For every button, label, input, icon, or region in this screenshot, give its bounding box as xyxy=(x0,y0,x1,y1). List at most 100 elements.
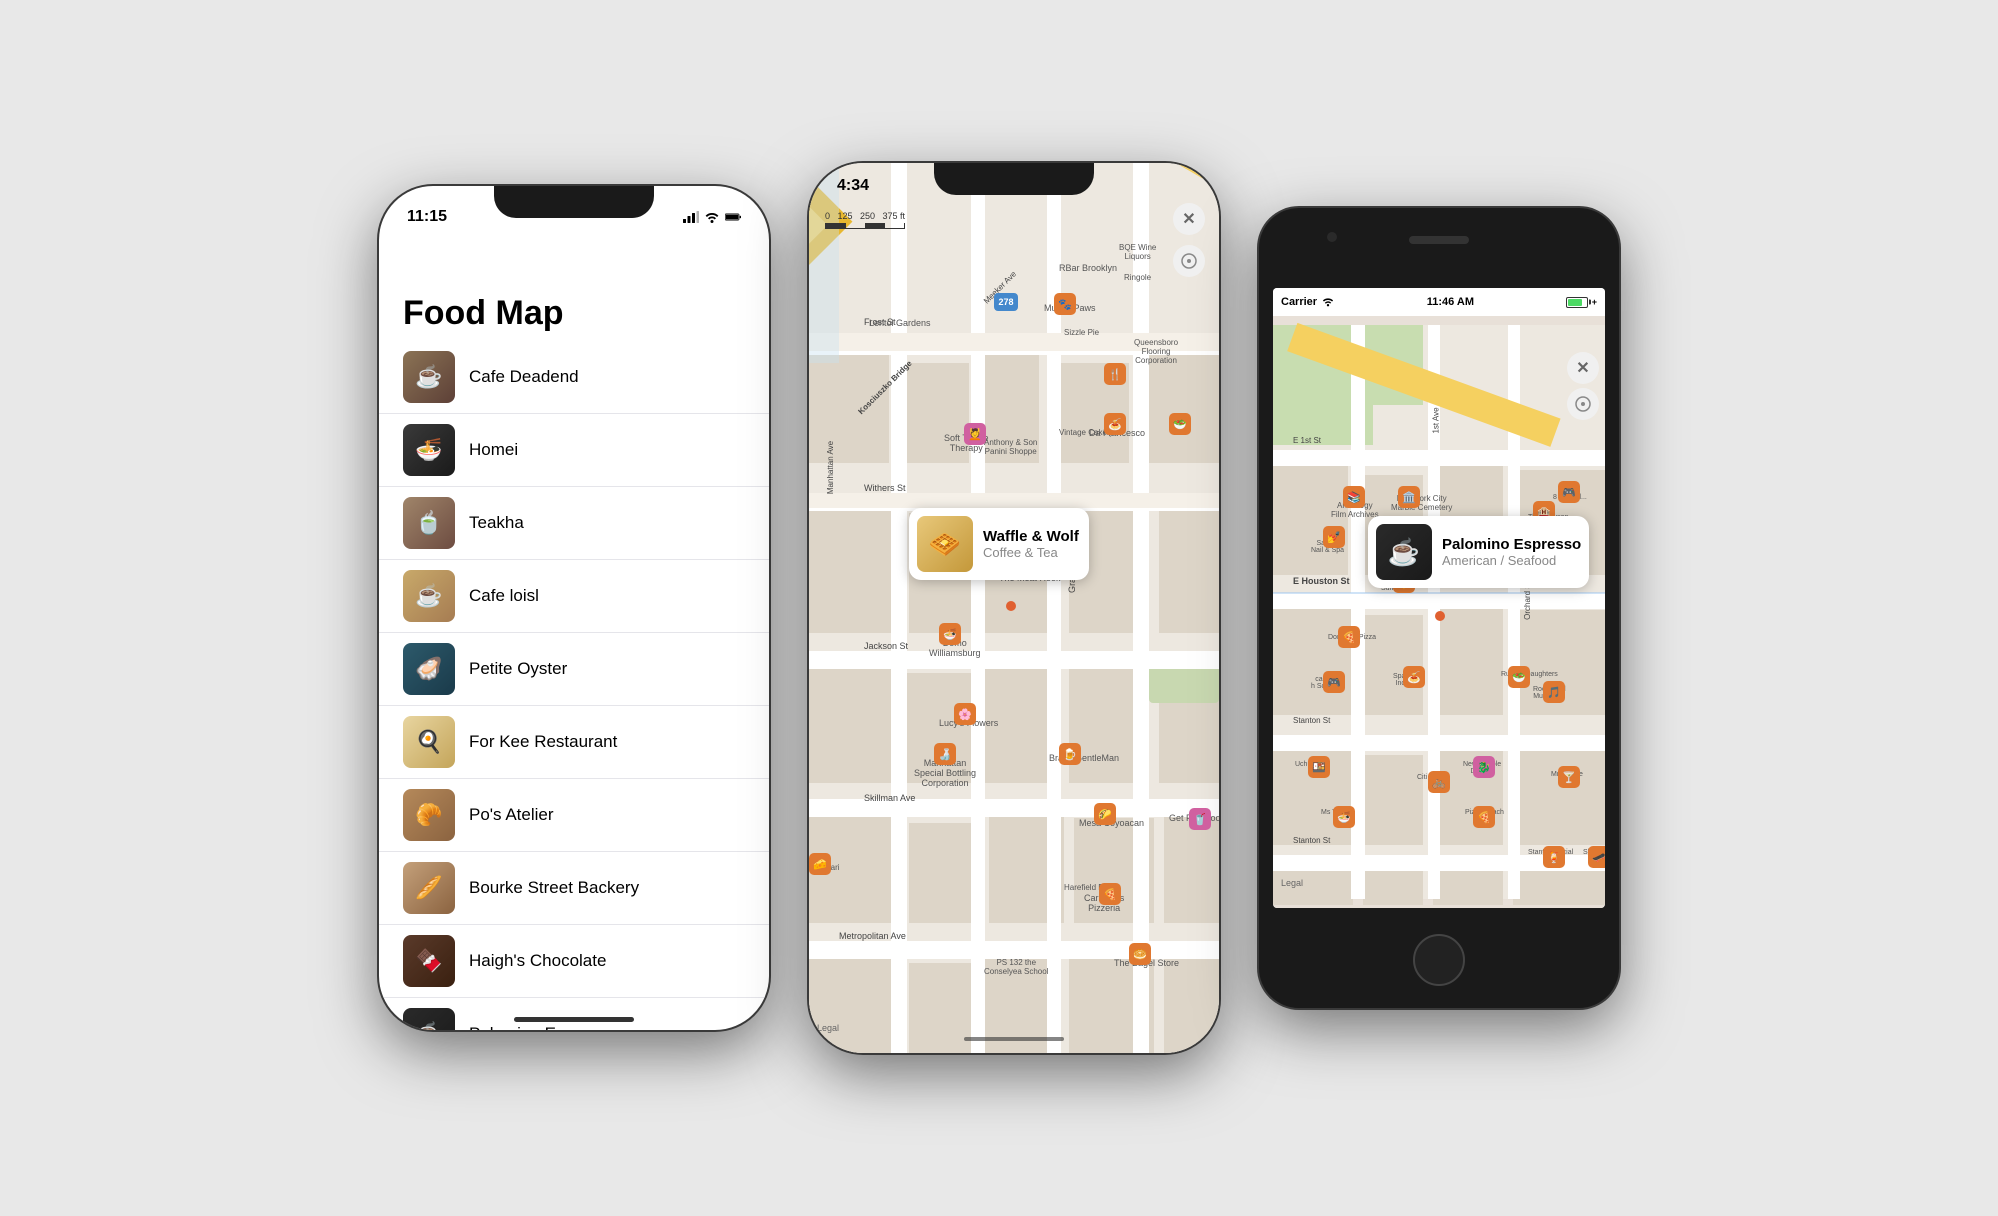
place-bubble-info-3: Palomino Espresso American / Seafood xyxy=(1442,536,1581,568)
street-label-first: E 1st St xyxy=(1293,436,1321,445)
map-dot-3 xyxy=(1435,611,1445,621)
street-label-skillman: Skillman Ave xyxy=(864,793,915,803)
poi-new-double-dragon: 🐉 xyxy=(1473,756,1495,778)
place-bubble-name: Waffle & Wolf xyxy=(983,528,1079,545)
street-label-1stave: 1st Ave xyxy=(1432,407,1441,433)
restaurant-name: Haigh's Chocolate xyxy=(469,951,606,971)
scale-label-2: 250 xyxy=(860,211,875,221)
battery-old xyxy=(1566,297,1588,308)
poi-bagel: 🥯 xyxy=(1129,943,1151,965)
highway-shield-278: 278 xyxy=(994,293,1018,311)
poi-spaghetti: 🍝 xyxy=(1403,666,1425,688)
compass-icon xyxy=(1180,252,1198,270)
poi-sakura: 💅 xyxy=(1323,526,1345,548)
restaurant-thumb: 🥖 xyxy=(403,862,455,914)
poi-get-fat: 🥤 xyxy=(1189,808,1211,830)
label-lentol: Lentol Gardens xyxy=(869,318,931,328)
poi-carmines: 🍕 xyxy=(1099,883,1121,905)
thumb-inner: 🍵 xyxy=(403,497,455,549)
restaurant-name: Cafe loisl xyxy=(469,586,539,606)
label-rbar: RBar Brooklyn xyxy=(1059,263,1117,273)
restaurant-thumb: 🍜 xyxy=(403,424,455,476)
poi-citi-bike: 🚲 xyxy=(1428,771,1450,793)
scale-label-0: 0 xyxy=(825,211,830,221)
restaurant-thumb: 🦪 xyxy=(403,643,455,695)
map-canvas-2: 0 125 250 375 ft Frost St Withers St Jac… xyxy=(809,163,1219,1053)
place-bubble-type-3: American / Seafood xyxy=(1442,553,1581,568)
map-close-button-3[interactable]: ✕ xyxy=(1567,352,1599,384)
phone-2-screen: 4:34 xyxy=(809,163,1219,1053)
restaurant-item[interactable]: ☕ Palomino Espresso xyxy=(379,998,769,1030)
place-bubble-type: Coffee & Tea xyxy=(983,545,1079,560)
home-button[interactable] xyxy=(1413,934,1465,986)
place-bubble-palomino[interactable]: ☕ Palomino Espresso American / Seafood xyxy=(1368,516,1589,588)
map-scale: 0 125 250 375 ft xyxy=(825,211,905,229)
street-label-houston: E Houston St xyxy=(1293,576,1350,586)
map-legal-3: Legal xyxy=(1281,878,1303,888)
restaurant-item[interactable]: ☕ Cafe loisl xyxy=(379,560,769,633)
restaurant-name: Palomino Espresso xyxy=(469,1024,615,1030)
thumb-inner: 🍜 xyxy=(403,424,455,476)
restaurant-thumb: 🍵 xyxy=(403,497,455,549)
poi-frost-rest: 🍴 xyxy=(1104,363,1126,385)
thumb-inner: 🥖 xyxy=(403,862,455,914)
street-label-stanton2: Stanton St xyxy=(1293,836,1330,845)
map-compass-button-3[interactable] xyxy=(1567,388,1599,420)
restaurant-item[interactable]: 🍳 For Kee Restaurant xyxy=(379,706,769,779)
restaurant-item[interactable]: ☕ Cafe Deadend xyxy=(379,341,769,414)
restaurant-item[interactable]: 🍫 Haigh's Chocolate xyxy=(379,925,769,998)
label-ringole: Ringole xyxy=(1124,273,1151,282)
map-close-button-2[interactable]: ✕ xyxy=(1173,203,1205,235)
map-compass-button-2[interactable] xyxy=(1173,245,1205,277)
restaurant-thumb: ☕ xyxy=(403,351,455,403)
street-label-jackson: Jackson St xyxy=(864,641,908,651)
status-time-1: 11:15 xyxy=(407,208,447,226)
street-label-manhattan: Manhattan Ave xyxy=(826,441,835,494)
status-time-2: 4:34 xyxy=(837,177,869,195)
poi-brave: 🍺 xyxy=(1059,743,1081,765)
thumb-inner: ☕ xyxy=(403,570,455,622)
wifi-icon-3 xyxy=(1321,297,1335,307)
place-bubble-info: Waffle & Wolf Coffee & Tea xyxy=(983,528,1079,560)
restaurant-item[interactable]: 🥖 Bourke Street Backery xyxy=(379,852,769,925)
battery-plus: + xyxy=(1592,297,1597,307)
map-legal-2: Legal xyxy=(817,1023,839,1033)
battery-fill xyxy=(1568,299,1582,306)
poi-soft-tissue: 💆 xyxy=(964,423,986,445)
status-left-3: Carrier xyxy=(1281,296,1335,308)
place-bubble-image-3: ☕ xyxy=(1376,524,1432,580)
poi-mr-purple: 🍸 xyxy=(1558,766,1580,788)
scale-label-3: 375 ft xyxy=(882,211,905,221)
poi-nyc: 🏛️ xyxy=(1398,486,1420,508)
place-bubble-waffle[interactable]: 🧇 Waffle & Wolf Coffee & Tea xyxy=(909,508,1089,580)
thumb-inner: ☕ xyxy=(403,351,455,403)
poi-domo: 🍜 xyxy=(939,623,961,645)
restaurant-thumb: ☕ xyxy=(403,570,455,622)
restaurant-name: Bourke Street Backery xyxy=(469,878,639,898)
poi-anthology: 📚 xyxy=(1343,486,1365,508)
restaurant-name: For Kee Restaurant xyxy=(469,732,617,752)
notch-2 xyxy=(934,163,1094,195)
thumb-inner: ☕ xyxy=(403,1008,455,1030)
thumb-inner: 🍫 xyxy=(403,935,455,987)
battery-icon xyxy=(725,211,741,223)
poi-pizza-beach: 🍕 xyxy=(1473,806,1495,828)
restaurant-thumb: ☕ xyxy=(403,1008,455,1030)
label-anthony: Anthony & SonPanini Shoppe xyxy=(984,438,1037,456)
map-3-canvas: E Houston St E 1st St Eldridge St Orchar… xyxy=(1273,316,1605,908)
place-bubble-image: 🧇 xyxy=(917,516,973,572)
restaurant-item[interactable]: 🦪 Petite Oyster xyxy=(379,633,769,706)
restaurant-item[interactable]: 🍜 Homei xyxy=(379,414,769,487)
notch xyxy=(494,186,654,218)
poi-8bit: 🎮 xyxy=(1558,481,1580,503)
restaurant-item[interactable]: 🍵 Teakha xyxy=(379,487,769,560)
poi-mesa: 🌮 xyxy=(1094,803,1116,825)
restaurant-item[interactable]: 🥐 Po's Atelier xyxy=(379,779,769,852)
thumb-inner: 🦪 xyxy=(403,643,455,695)
scale-label-1: 125 xyxy=(837,211,852,221)
phone-1-screen: 11:15 Food Map ☕ Cafe Deadend 🍜 Homei 🍵 xyxy=(379,186,769,1030)
label-bqe-wine: BQE WineLiquors xyxy=(1119,243,1156,261)
poi-shut-skates: 🛹 xyxy=(1588,846,1605,868)
poi-rockwood: 🎵 xyxy=(1543,681,1565,703)
label-queensboro: QueensboroFlooringCorporation xyxy=(1134,338,1178,365)
